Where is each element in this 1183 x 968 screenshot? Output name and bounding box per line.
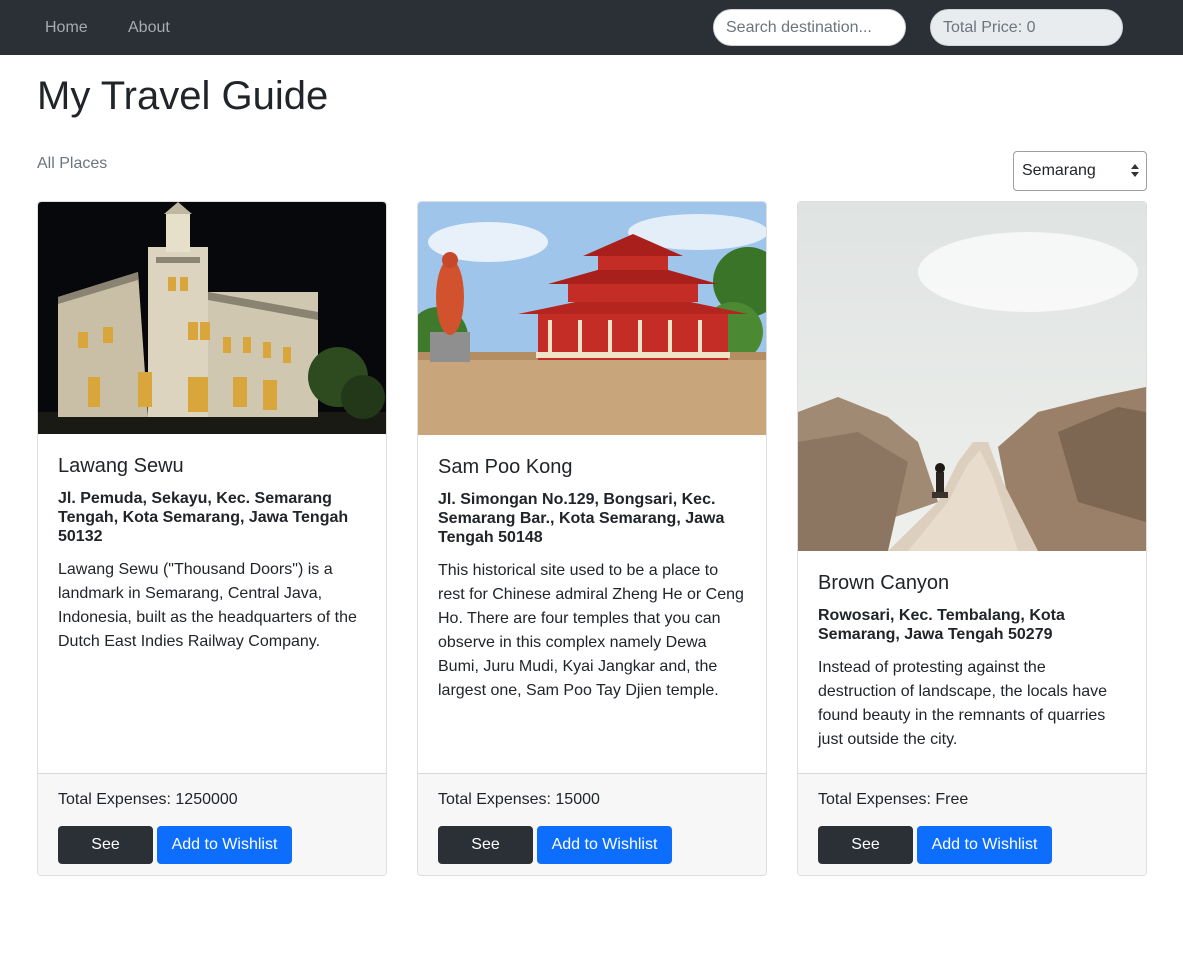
see-more-button[interactable]: See More xyxy=(818,826,913,875)
sam-poo-kong-image xyxy=(418,202,766,435)
total-expenses: Total Expenses: 15000 xyxy=(438,791,600,808)
card-description: Instead of protesting against the destru… xyxy=(818,659,1108,748)
card-title: Sam Poo Kong xyxy=(438,456,573,478)
city-select-value: Semarang xyxy=(1022,162,1096,179)
see-more-button[interactable]: See More xyxy=(438,826,533,875)
search-input[interactable] xyxy=(713,9,906,46)
nav-link-home[interactable]: Home xyxy=(45,18,88,37)
card-title: Brown Canyon xyxy=(818,572,950,594)
total-price-field: Total Price: 0 xyxy=(930,9,1123,46)
add-to-wishlist-button[interactable]: Add to Wishlist xyxy=(917,826,1052,864)
card-description: Lawang Sewu ("Thousand Doors") is a land… xyxy=(58,561,357,650)
place-card-lawang-sewu: Lawang Sewu Jl. Pemuda, Sekayu, Kec. Sem… xyxy=(37,201,387,876)
total-expenses: Total Expenses: 1250000 xyxy=(58,791,238,808)
place-card-sam-poo-kong: Sam Poo Kong Jl. Simongan No.129, Bongsa… xyxy=(417,201,767,876)
nav-link-about[interactable]: About xyxy=(128,18,170,37)
page-title: My Travel Guide xyxy=(37,74,329,118)
all-places-label: All Places xyxy=(37,155,108,172)
top-navbar: Home About Total Price: 0 xyxy=(0,0,1183,55)
card-title: Lawang Sewu xyxy=(58,455,184,477)
brown-canyon-image xyxy=(798,202,1146,551)
card-address: Rowosari, Kec. Tembalang, Kota Semarang,… xyxy=(818,607,1065,643)
card-address: Jl. Pemuda, Sekayu, Kec. Semarang Tengah… xyxy=(58,490,349,545)
card-footer: Total Expenses: Free See More Add to Wis… xyxy=(798,773,1146,875)
lawang-sewu-image xyxy=(38,202,386,434)
select-arrows-icon xyxy=(1131,164,1139,180)
place-card-brown-canyon: Brown Canyon Rowosari, Kec. Tembalang, K… xyxy=(797,201,1147,876)
total-expenses: Total Expenses: Free xyxy=(818,791,969,808)
see-more-button[interactable]: See More xyxy=(58,826,153,875)
card-address: Jl. Simongan No.129, Bongsari, Kec. Sema… xyxy=(438,491,725,546)
add-to-wishlist-button[interactable]: Add to Wishlist xyxy=(157,826,292,864)
card-footer: Total Expenses: 1250000 See More Add to … xyxy=(38,773,386,875)
add-to-wishlist-button[interactable]: Add to Wishlist xyxy=(537,826,672,864)
card-footer: Total Expenses: 15000 See More Add to Wi… xyxy=(418,773,766,875)
card-description: This historical site used to be a place … xyxy=(438,562,744,699)
city-select[interactable]: Semarang xyxy=(1013,151,1147,191)
